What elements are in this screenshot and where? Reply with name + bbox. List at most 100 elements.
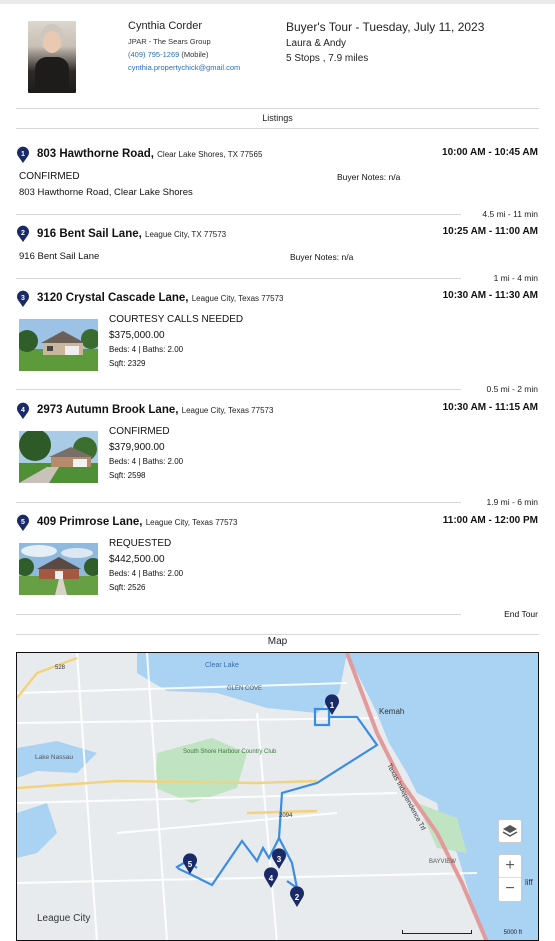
stop-2-notes: Buyer Notes: n/a	[290, 252, 354, 262]
stop-1-status: CONFIRMED	[19, 171, 80, 182]
listings-heading: Listings	[262, 113, 293, 123]
svg-text:2: 2	[295, 893, 300, 902]
stop-4-title[interactable]: 2973 Autumn Brook Lane, League City, Tex…	[37, 404, 273, 416]
stop-4-street: 2973 Autumn Brook Lane,	[37, 404, 179, 416]
agent-phone-type: (Mobile)	[181, 50, 209, 59]
agent-email-link[interactable]: cynthia.propertychick@gmail.com	[128, 63, 240, 72]
divider	[16, 389, 461, 390]
stop-2-city: League City, TX 77573	[145, 230, 227, 239]
stop-3-time: 10:30 AM - 11:30 AM	[442, 290, 538, 301]
stop-3-status: COURTESY CALLS NEEDED	[109, 314, 244, 325]
stop-3-number: 3	[21, 295, 25, 302]
stop-1-pin-icon: 1	[16, 146, 30, 164]
stop-5-city: League City, Texas 77573	[145, 518, 238, 527]
stop-3-title[interactable]: 3120 Crystal Cascade Lane, League City, …	[37, 292, 284, 304]
stop-2-distance: 4.5 mi - 11 min	[482, 209, 538, 219]
stop-1-city: Clear Lake Shores, TX 77565	[157, 150, 263, 159]
stop-2-pin-icon: 2	[16, 225, 30, 243]
stop-1-number: 1	[21, 151, 25, 158]
map-label-golf: South Shore Harbour Country Club	[183, 749, 277, 755]
agent-name: Cynthia Corder	[128, 20, 202, 32]
stop-5-pin-icon: 5	[16, 514, 30, 532]
map-heading: Map	[267, 636, 288, 647]
stop-1-notes: Buyer Notes: n/a	[337, 172, 401, 182]
top-bar	[0, 0, 555, 4]
stop-3-city: League City, Texas 77573	[191, 294, 284, 303]
stop-4-city: League City, Texas 77573	[181, 406, 274, 415]
stop-2-title[interactable]: 916 Bent Sail Lane, League City, TX 7757…	[37, 228, 226, 240]
stop-5-sqft: Sqft: 2526	[109, 583, 146, 592]
map-label-clear-lake: Clear Lake	[205, 662, 239, 669]
stop-5-number: 5	[21, 519, 25, 526]
divider	[16, 128, 539, 129]
agent-company: JPAR - The Sears Group	[128, 37, 211, 46]
stop-5-title[interactable]: 409 Primrose Lane, League City, Texas 77…	[37, 516, 237, 528]
map-label-bayview: BAYVIEW	[429, 859, 456, 865]
map-label-kemah: Kemah	[379, 707, 404, 716]
agent-phone-link[interactable]: (409) 795-1269	[128, 50, 179, 59]
stop-3-street: 3120 Crystal Cascade Lane,	[37, 292, 189, 304]
stop-1-title[interactable]: 803 Hawthorne Road, Clear Lake Shores, T…	[37, 148, 262, 160]
route-map[interactable]: 1 2 3 4 5 Clear Lake GLEN COVE Kemah Lak…	[16, 652, 539, 941]
map-scale: 5000 ft	[402, 930, 522, 936]
map-label-cliff: liff	[525, 878, 534, 887]
end-tour-label: End Tour	[504, 609, 538, 619]
tour-info: Buyer's Tour - Tuesday, July 11, 2023 La…	[286, 20, 484, 64]
layers-button[interactable]	[498, 819, 522, 843]
svg-text:3: 3	[277, 855, 282, 864]
divider	[16, 278, 461, 279]
stop-4-photo[interactable]	[19, 431, 98, 483]
stop-2-street: 916 Bent Sail Lane,	[37, 228, 142, 240]
stop-2-description: 916 Bent Sail Lane	[19, 251, 100, 262]
stop-4-time: 10:30 AM - 11:15 AM	[442, 402, 538, 413]
stop-3-price: $375,000.00	[109, 330, 165, 341]
stop-1-time: 10:00 AM - 10:45 AM	[442, 147, 538, 158]
zoom-in-button[interactable]: +	[499, 855, 521, 878]
stop-4-pin-icon: 4	[16, 402, 30, 420]
stop-5-status: REQUESTED	[109, 538, 172, 549]
stop-1-description: 803 Hawthorne Road, Clear Lake Shores	[19, 187, 193, 198]
divider	[16, 108, 539, 109]
stop-3-beds-baths: Beds: 4 | Baths: 2.00	[109, 345, 184, 354]
map-label-highway-2094: 2094	[279, 813, 293, 819]
map-label-glen-cove: GLEN COVE	[227, 686, 262, 692]
svg-text:1: 1	[330, 701, 335, 710]
stop-3-distance: 1 mi - 4 min	[493, 273, 538, 283]
stop-4-price: $379,900.00	[109, 442, 165, 453]
divider	[16, 634, 539, 635]
stop-3-photo[interactable]	[19, 319, 98, 371]
tour-title: Buyer's Tour - Tuesday, July 11, 2023	[286, 20, 485, 34]
map-label-league-city: League City	[37, 913, 90, 924]
zoom-controls: + −	[498, 854, 522, 902]
divider	[16, 502, 461, 503]
stop-4-number: 4	[21, 407, 25, 414]
stop-4-status: CONFIRMED	[109, 426, 170, 437]
map-label-highway-528: 528	[55, 665, 66, 671]
agent-phone-line: (409) 795-1269 (Mobile)	[128, 50, 240, 59]
stop-4-beds-baths: Beds: 4 | Baths: 2.00	[109, 457, 184, 466]
stop-2-number: 2	[21, 230, 25, 237]
stop-5-beds-baths: Beds: 4 | Baths: 2.00	[109, 569, 184, 578]
stop-5-time: 11:00 AM - 12:00 PM	[442, 515, 538, 526]
tour-summary: 5 Stops , 7.9 miles	[286, 53, 369, 64]
svg-text:5: 5	[188, 860, 193, 869]
stop-4-distance: 0.5 mi - 2 min	[486, 384, 539, 394]
zoom-out-button[interactable]: −	[499, 878, 521, 901]
map-label-lake-nassau: Lake Nassau	[35, 754, 73, 761]
stop-5-street: 409 Primrose Lane,	[37, 516, 143, 528]
stop-4-sqft: Sqft: 2598	[109, 471, 146, 480]
stop-2-time: 10:25 AM - 11:00 AM	[442, 226, 538, 237]
stop-5-photo[interactable]	[19, 543, 98, 595]
agent-photo	[28, 21, 76, 93]
divider	[16, 214, 461, 215]
tour-clients: Laura & Andy	[286, 38, 347, 49]
stop-3-pin-icon: 3	[16, 290, 30, 308]
stop-3-sqft: Sqft: 2329	[109, 359, 146, 368]
agent-info: Cynthia Corder JPAR - The Sears Group (4…	[128, 20, 240, 72]
map-scale-label: 5000 ft	[503, 930, 522, 936]
layers-icon	[502, 825, 518, 837]
stop-5-distance: 1.9 mi - 6 min	[486, 497, 539, 507]
stop-5-price: $442,500.00	[109, 554, 165, 565]
svg-text:4: 4	[269, 874, 274, 883]
stop-1-street: 803 Hawthorne Road,	[37, 148, 154, 160]
